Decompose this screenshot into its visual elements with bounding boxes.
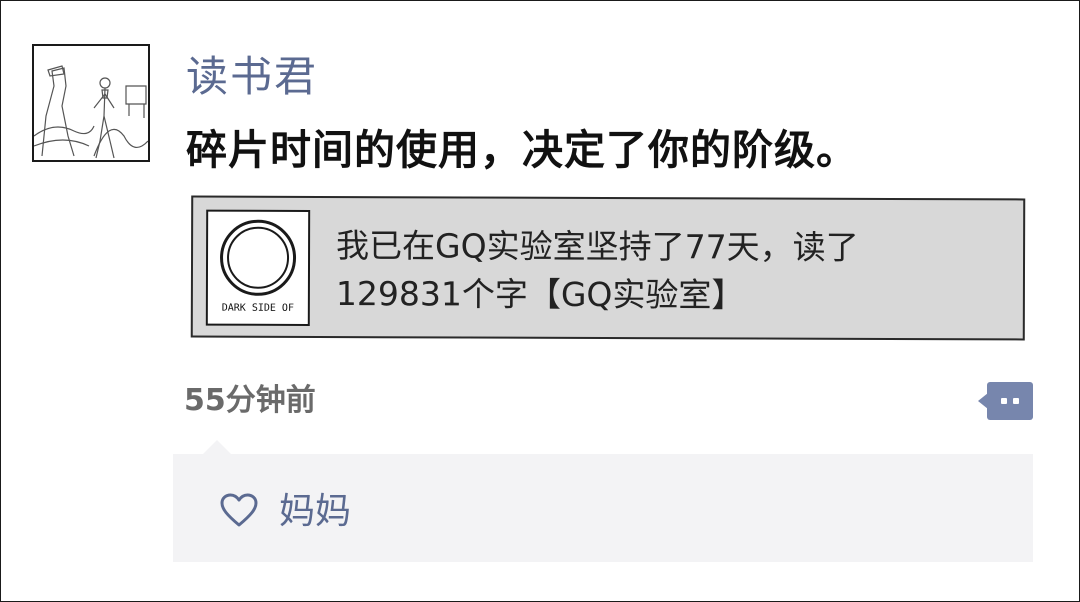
comment-button[interactable] bbox=[978, 382, 1033, 420]
likes-panel: 妈妈 bbox=[173, 440, 1033, 562]
post-timestamp: 55分钟前 bbox=[184, 383, 316, 418]
heart-outline-icon bbox=[220, 493, 258, 527]
comment-dot-icon bbox=[1001, 398, 1007, 404]
avatar[interactable] bbox=[32, 44, 150, 162]
author-name[interactable]: 读书君 bbox=[186, 50, 318, 104]
circle-logo-icon bbox=[219, 219, 297, 296]
post-text: 碎片时间的使用，决定了你的阶级。 bbox=[186, 126, 858, 174]
link-card-thumbnail: DARK SIDE OF bbox=[205, 209, 311, 326]
comment-dot-icon bbox=[1013, 398, 1019, 404]
sketch-figure-icon bbox=[34, 65, 148, 159]
liker-name[interactable]: 妈妈 bbox=[279, 490, 351, 534]
thumbnail-label: DARK SIDE OF bbox=[221, 302, 295, 314]
link-card[interactable]: DARK SIDE OF 我已在GQ实验室坚持了77天，读了129831个字【G… bbox=[190, 195, 1026, 341]
link-card-title: 我已在GQ实验室坚持了77天，读了129831个字【GQ实验室】 bbox=[335, 226, 859, 315]
